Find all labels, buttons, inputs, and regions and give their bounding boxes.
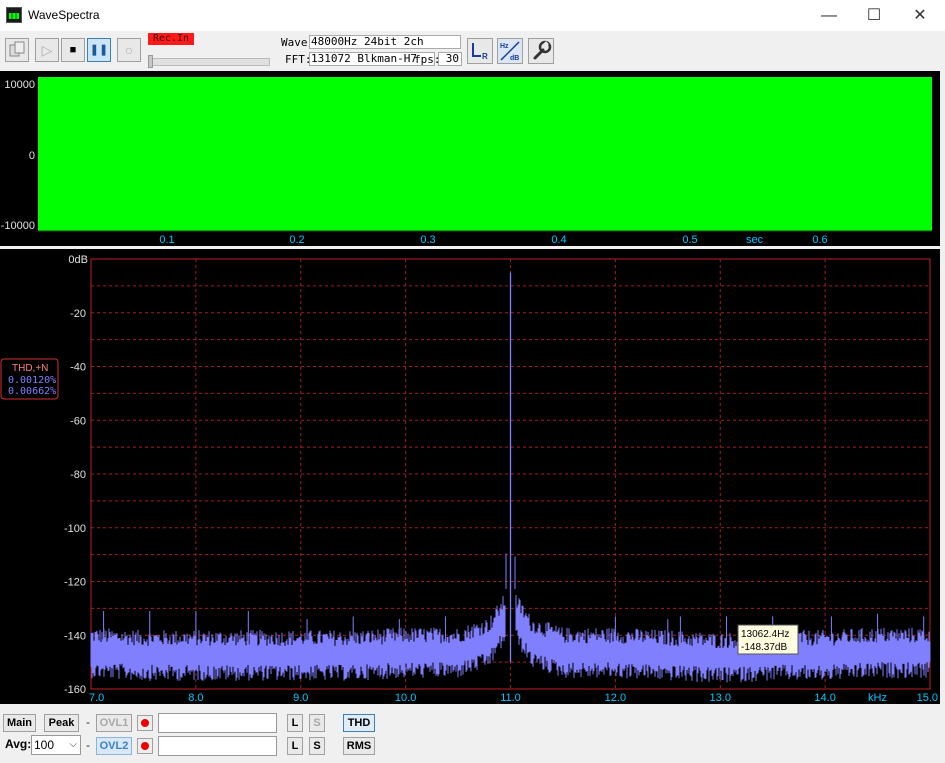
ovl1-s-button[interactable]: S — [309, 714, 325, 732]
waveform-display[interactable]: 10000 0 -10000 0.1 0.2 0.3 0.4 0.5 0.6 sec — [0, 71, 940, 246]
level-slider-track[interactable] — [148, 58, 270, 66]
waveform-plot: 10000 0 -10000 0.1 0.2 0.3 0.4 0.5 0.6 sec — [1, 77, 932, 246]
chevron-down-icon: ⌵ — [69, 739, 77, 750]
spec-xtick: 9.0 — [293, 692, 308, 704]
avg-label: Avg: — [5, 737, 32, 751]
spec-ytick: -40 — [70, 362, 86, 374]
pause-button[interactable]: ❚❚ — [87, 38, 111, 62]
ovl2-button[interactable]: OVL2 — [96, 737, 132, 755]
hz-db-scale-button[interactable]: Hz dB — [497, 38, 523, 64]
waveform-area — [38, 77, 932, 231]
ovl1-name-field[interactable] — [158, 713, 277, 733]
spec-xtick: 14.0 — [814, 692, 835, 704]
fps-label: fps: — [414, 53, 441, 66]
separator-dash-2: - — [86, 738, 90, 752]
rec-in-indicator[interactable]: Rec.In — [148, 33, 194, 45]
spec-xtick: 8.0 — [188, 692, 203, 704]
main-button[interactable]: Main — [3, 714, 36, 732]
wave-xtick: 0.2 — [289, 234, 304, 246]
wave-x-unit: sec — [746, 234, 764, 246]
app-icon — [6, 7, 22, 23]
stop-button[interactable]: ■ — [61, 38, 85, 62]
avg-select[interactable]: 100 ⌵ — [31, 735, 81, 755]
spec-ytick: -120 — [64, 577, 86, 589]
wave-xtick: 0.1 — [159, 234, 174, 246]
ovl2-name-field[interactable] — [158, 736, 277, 756]
fps-field[interactable]: 30 — [438, 52, 462, 66]
title-bar: WaveSpectra — ☐ ✕ — [0, 0, 945, 32]
minimize-button[interactable]: — — [806, 0, 852, 31]
settings-button[interactable] — [528, 38, 554, 64]
ovl2-l-button[interactable]: L — [287, 737, 303, 755]
thd-button[interactable]: THD — [343, 714, 375, 732]
hz-db-scale-icon: Hz dB — [500, 41, 520, 62]
wave-xtick: 0.6 — [812, 234, 827, 246]
window-title: WaveSpectra — [28, 8, 100, 22]
wave-xtick: 0.3 — [420, 234, 435, 246]
wave-ytick-top: 10000 — [4, 79, 35, 91]
level-slider-thumb[interactable] — [148, 55, 153, 68]
spec-ytick: -140 — [64, 630, 86, 642]
cursor-frequency: 13062.4Hz — [741, 629, 789, 640]
ovl1-record-icon[interactable] — [137, 715, 153, 731]
wave-ytick-mid: 0 — [29, 150, 35, 162]
wrench-icon — [533, 40, 552, 60]
thdn-value: 0.00662% — [8, 386, 56, 397]
spec-xtick: 7.0 — [89, 692, 104, 704]
thd-value: 0.00120% — [8, 375, 56, 386]
spec-ytick: -100 — [64, 523, 86, 535]
svg-text:Hz: Hz — [500, 43, 509, 50]
spectrum-display[interactable]: 0dB -20 -40 -60 -80 -100 -120 -140 -160 7.0 8.0 9.… — [0, 249, 940, 704]
cursor-level: -148.37dB — [741, 642, 787, 653]
spec-xtick: 10.0 — [395, 692, 416, 704]
play-button[interactable]: ▷ — [35, 38, 59, 62]
lr-channel-icon: R — [472, 43, 488, 61]
spec-ytick: -20 — [70, 308, 86, 320]
wave-xtick: 0.5 — [682, 234, 697, 246]
open-file-icon — [9, 41, 25, 57]
wave-ytick-bottom: -10000 — [1, 220, 35, 232]
separator-dash: - — [86, 715, 90, 729]
svg-text:R: R — [482, 52, 488, 61]
peak-button[interactable]: Peak — [44, 714, 79, 732]
bottom-controls: Main Peak - OVL1 L S THD Avg: 100 ⌵ - OV… — [0, 704, 945, 763]
record-button[interactable]: ○ — [117, 38, 141, 62]
fft-label: FFT: — [285, 53, 312, 66]
spectrum-plot: 0dB -20 -40 -60 -80 -100 -120 -140 -160 7.0 8.0 9.… — [0, 254, 938, 704]
ovl2-record-icon[interactable] — [137, 738, 153, 754]
spec-xtick: 13.0 — [710, 692, 731, 704]
rms-button[interactable]: RMS — [343, 737, 375, 755]
spec-xtick: 12.0 — [605, 692, 626, 704]
spec-ytick: -160 — [64, 684, 86, 696]
spec-x-unit: kHz — [868, 692, 887, 704]
spec-ytick: -80 — [70, 469, 86, 481]
spec-ytick: 0dB — [68, 254, 88, 266]
thd-label: THD,+N — [12, 363, 48, 374]
lr-channel-button[interactable]: R — [467, 38, 493, 64]
open-file-button[interactable] — [5, 38, 29, 62]
ovl2-s-button[interactable]: S — [309, 737, 325, 755]
wave-format-value: 48000Hz 24bit 2ch — [309, 35, 461, 49]
maximize-button[interactable]: ☐ — [851, 0, 897, 31]
ovl1-button[interactable]: OVL1 — [96, 714, 132, 732]
svg-text:dB: dB — [510, 55, 519, 62]
ovl1-l-button[interactable]: L — [287, 714, 303, 732]
spec-ytick: -60 — [70, 415, 86, 427]
spec-xtick: 15.0 — [917, 692, 938, 704]
wave-xtick: 0.4 — [551, 234, 566, 246]
avg-value: 100 — [34, 738, 55, 752]
close-button[interactable]: ✕ — [897, 0, 943, 31]
window-edge — [940, 71, 945, 704]
spec-xtick: 11.0 — [500, 692, 521, 704]
